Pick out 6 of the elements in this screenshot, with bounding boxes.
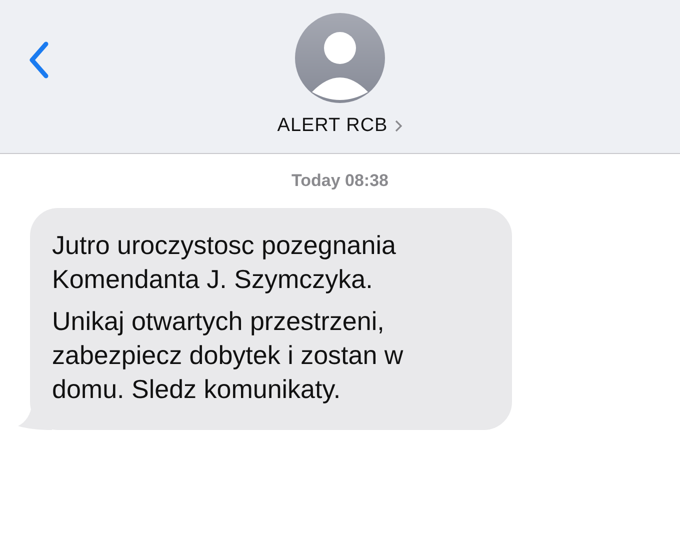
timestamp: Today 08:38 [291,171,388,191]
message-text: Jutro uroczystosc pozegnania Komendanta J. Szymczyka. [52,229,397,296]
message-text: Unikaj otwartych przestrzeni, zabezpiecz dobytek i zostan w domu. Sledz komunikaty. [52,305,404,406]
chevron-icon [394,119,403,133]
contact-name-button[interactable]: ALERT RCB [277,115,403,137]
avatar-icon[interactable] [295,13,385,103]
